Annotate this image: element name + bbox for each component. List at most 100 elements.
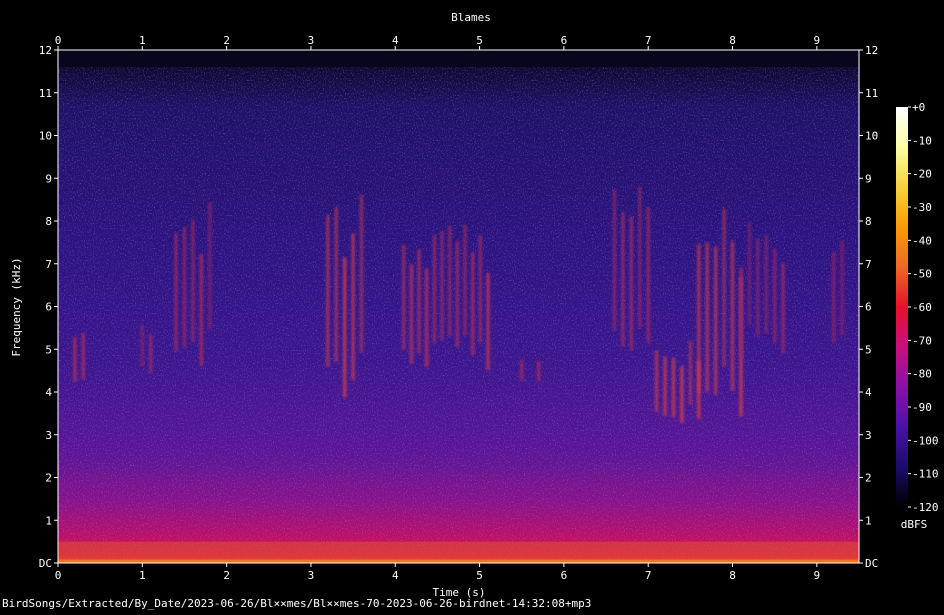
call-streak — [326, 214, 330, 368]
colorbar-tick-label: -90 — [912, 401, 932, 414]
colorbar-gradient — [896, 107, 908, 507]
y-tick-label-right: 8 — [865, 215, 872, 228]
x-tick-label-bottom: 6 — [561, 569, 568, 582]
x-tick-label-top: 9 — [814, 34, 821, 47]
y-tick-label-left: 11 — [39, 87, 52, 100]
call-streak — [183, 226, 186, 348]
call-streak — [773, 248, 777, 344]
call-streak — [73, 337, 77, 383]
call-streak — [463, 224, 467, 336]
call-streak — [425, 268, 429, 368]
call-streak — [756, 239, 760, 337]
colorbar-tick-label: -110 — [912, 468, 939, 481]
y-tick-label-right: 3 — [865, 429, 872, 442]
call-streak — [432, 235, 436, 344]
y-tick-label-left: 6 — [45, 301, 52, 314]
call-streak — [840, 240, 844, 336]
x-tick-label-bottom: 3 — [308, 569, 315, 582]
x-tick-label-top: 3 — [308, 34, 315, 47]
call-streak — [629, 216, 633, 350]
call-streak — [613, 189, 616, 331]
call-streak — [440, 230, 444, 341]
call-streak — [208, 201, 212, 330]
x-tick-label-top: 0 — [55, 34, 62, 47]
call-streak — [646, 207, 650, 344]
call-streak — [334, 207, 338, 362]
call-streak — [140, 324, 144, 367]
x-tick-label-top: 2 — [223, 34, 230, 47]
call-streak — [471, 252, 475, 356]
y-tick-label-right: 11 — [865, 87, 878, 100]
y-tick-label-right: 10 — [865, 130, 878, 143]
x-tick-label-top: 8 — [729, 34, 736, 47]
y-axis-label: Frequency (kHz) — [10, 257, 23, 356]
call-streak — [621, 212, 625, 347]
call-streak — [402, 244, 406, 351]
call-streak — [417, 249, 421, 354]
y-tick-label-right: 6 — [865, 301, 872, 314]
y-tick-label-right: 7 — [865, 258, 872, 271]
x-tick-label-bottom: 2 — [223, 569, 230, 582]
call-streak — [697, 244, 701, 394]
call-streak — [739, 267, 743, 357]
spectrogram-figure: 0 0 1 1 2 2 3 3 4 4 5 5 6 6 7 7 8 8 9 9 DC DC 1 1 2 2 3 3 4 4 5 5 6 6 7 7 8 8… — [0, 0, 944, 611]
x-tick-label-bottom: 9 — [814, 569, 821, 582]
call-streak — [537, 361, 541, 382]
call-streak — [638, 186, 642, 329]
call-streak — [714, 246, 718, 395]
colorbar-label: dBFS — [901, 518, 928, 531]
call-streak — [747, 222, 751, 325]
y-tick-label-left: 3 — [45, 429, 52, 442]
colorbar-tick-label: -50 — [912, 268, 932, 281]
colorbar-tick-label: -60 — [912, 301, 932, 314]
y-tick-label-left: 9 — [45, 172, 52, 185]
y-tick-label-right: 2 — [865, 472, 872, 485]
colorbar-tick-label: -70 — [912, 334, 932, 347]
call-streak — [722, 208, 726, 368]
file-path-caption: BirdSongs/Extracted/By_Date/2023-06-26/B… — [2, 597, 592, 610]
x-tick-label-bottom: 4 — [392, 569, 399, 582]
y-tick-label-left: 2 — [45, 472, 52, 485]
call-streak — [191, 219, 195, 343]
call-streak — [478, 234, 482, 344]
call-streak — [832, 251, 836, 344]
call-streak — [174, 233, 178, 352]
y-tick-label-right: 5 — [865, 343, 872, 356]
call-streak — [351, 233, 355, 381]
y-tick-label-left: 7 — [45, 258, 52, 271]
call-streak — [655, 350, 659, 412]
call-streak — [520, 360, 524, 381]
colorbar-tick-label: -40 — [912, 234, 932, 247]
colorbar-tick-label: -100 — [912, 434, 939, 447]
x-tick-label-top: 5 — [476, 34, 483, 47]
call-streak — [731, 241, 734, 391]
call-streak — [680, 366, 684, 423]
x-tick-label-top: 6 — [561, 34, 568, 47]
y-tick-label-left: 12 — [39, 44, 52, 57]
call-streak — [199, 253, 203, 367]
colorbar-tick-label: -120 — [912, 501, 939, 514]
colorbar-tick-label: -10 — [912, 134, 932, 147]
y-tick-label-right: 4 — [865, 386, 872, 399]
call-streak — [343, 257, 347, 398]
call-streak — [149, 334, 153, 374]
call-streak — [455, 240, 459, 348]
colorbar-tick-label: -20 — [912, 168, 932, 181]
dc-band — [58, 559, 859, 563]
call-streak — [360, 194, 363, 353]
x-tick-label-top: 7 — [645, 34, 652, 47]
y-tick-label-left: DC — [39, 557, 52, 570]
x-tick-label-bottom: 7 — [645, 569, 652, 582]
y-tick-label-left: 10 — [39, 130, 52, 143]
colorbar-ticks: +0 -10 -20 -30 -40 -50 -60 -70 -80 -90 -100 -110 -12… — [908, 101, 939, 514]
colorbar-tick-label: -30 — [912, 201, 932, 214]
colorbar-tick-label: -80 — [912, 368, 932, 381]
x-tick-label-bottom: 5 — [476, 569, 483, 582]
call-streak — [672, 357, 675, 418]
call-streak — [486, 272, 490, 371]
y-tick-label-right: 1 — [865, 514, 872, 527]
call-streak — [688, 340, 692, 405]
call-streak — [781, 262, 785, 354]
call-streak — [448, 225, 452, 337]
y-tick-label-right: DC — [865, 557, 878, 570]
